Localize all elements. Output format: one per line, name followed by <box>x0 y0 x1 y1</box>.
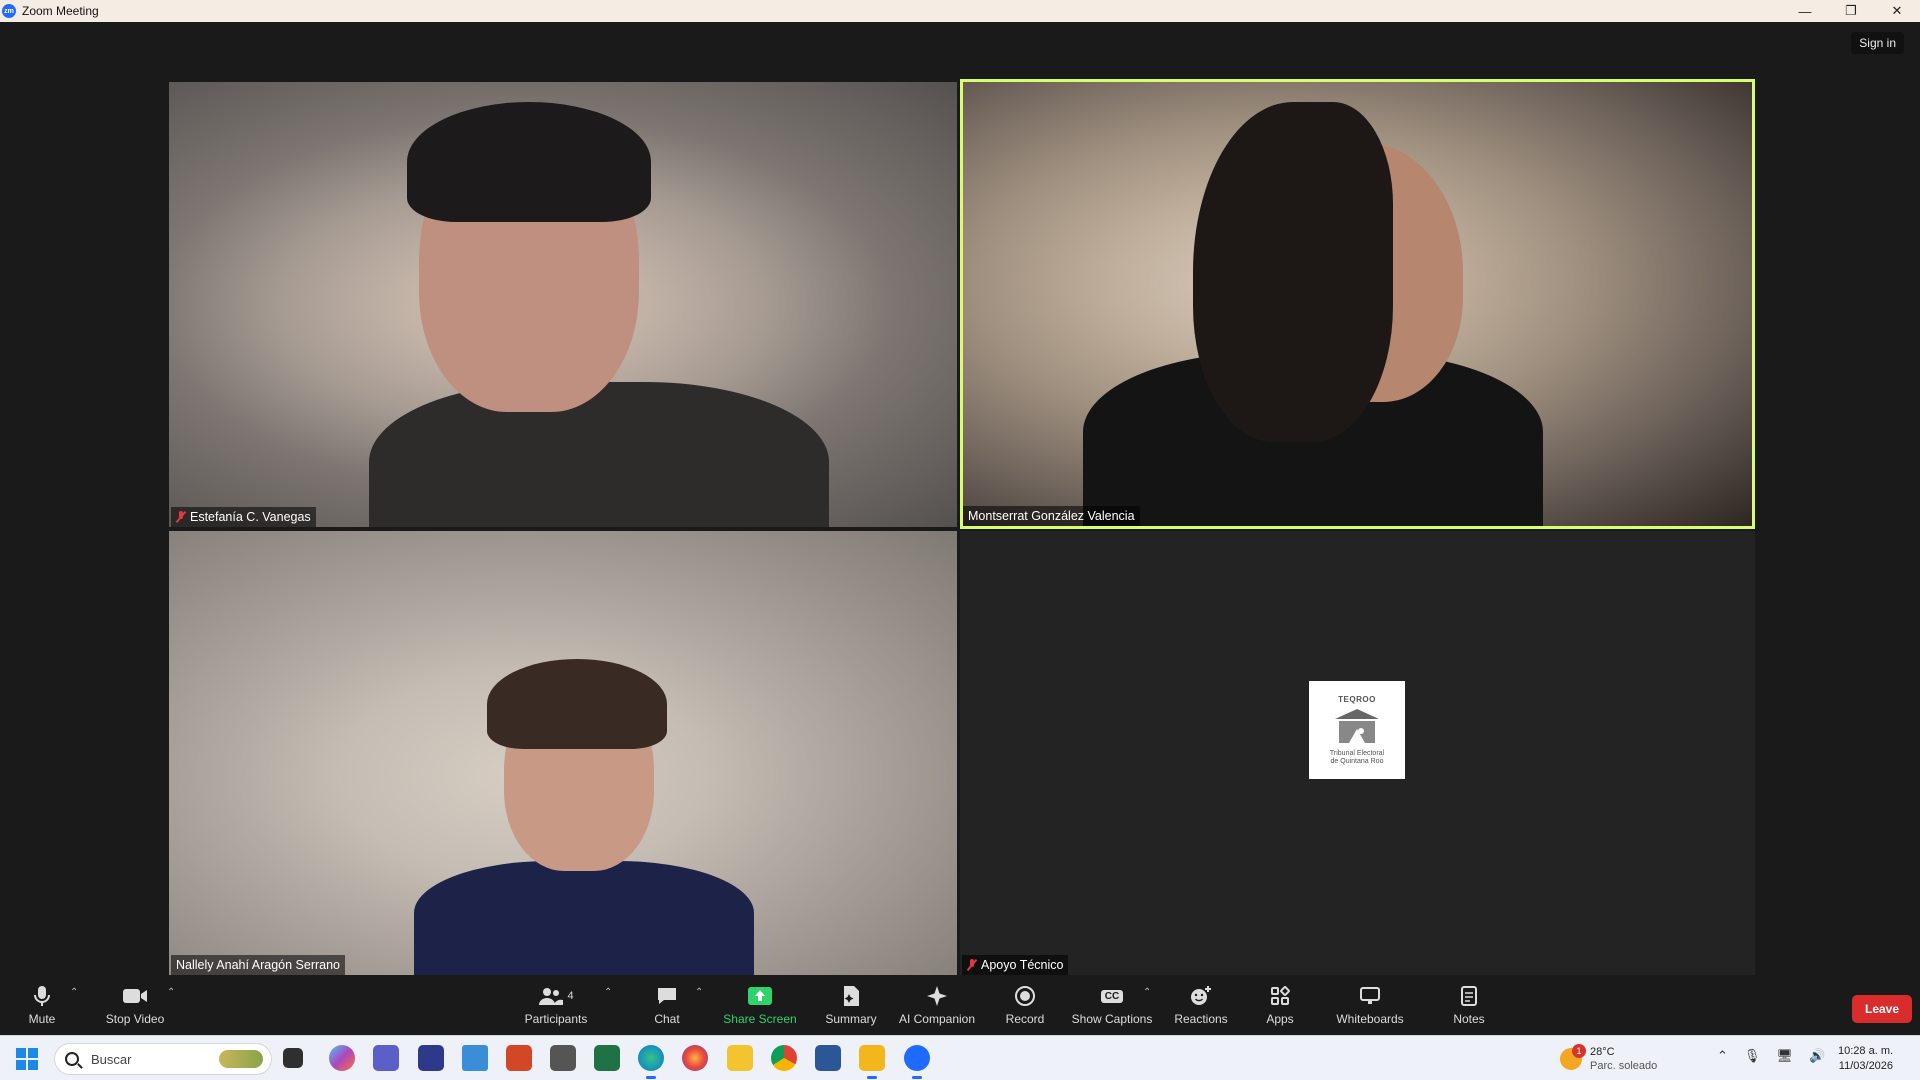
participant-name-label: Montserrat González Valencia <box>963 506 1140 526</box>
video-tile-montserrat[interactable]: Montserrat González Valencia <box>960 79 1755 529</box>
summary-icon <box>841 984 861 1008</box>
ai-sparkle-icon <box>925 984 949 1008</box>
share-screen-icon <box>747 984 773 1008</box>
video-camera-icon <box>122 984 148 1008</box>
whiteboards-button[interactable]: Whiteboards <box>1330 975 1410 1035</box>
restore-button[interactable]: ❐ <box>1828 0 1874 22</box>
participants-icon: 4 <box>538 984 574 1008</box>
participant-video <box>369 382 829 527</box>
task-view-icon[interactable] <box>283 1048 303 1068</box>
participant-name-label: Nallely Anahí Aragón Serrano <box>171 955 345 975</box>
windows-taskbar: Buscar 1 28°C Parc. soleado ⌃ 🎙 🖥 🔊 10:2… <box>0 1035 1920 1080</box>
record-icon <box>1014 984 1036 1008</box>
participants-count: 4 <box>567 990 574 1002</box>
participants-options-caret[interactable]: ⌃ <box>604 987 612 998</box>
summary-button[interactable]: Summary <box>818 975 884 1035</box>
meeting-toolbar: Mute ⌃ Stop Video ⌃ 4 Participants ⌃ Cha… <box>0 975 1920 1035</box>
share-screen-button[interactable]: Share Screen <box>722 975 798 1035</box>
reactions-button[interactable]: Reactions <box>1172 975 1230 1035</box>
copilot-icon[interactable] <box>329 1045 355 1071</box>
apps-button[interactable]: Apps <box>1262 975 1298 1035</box>
participants-button[interactable]: 4 Participants <box>520 975 592 1035</box>
stop-video-button[interactable]: Stop Video <box>102 975 168 1035</box>
clock[interactable]: 10:28 a. m. 11/03/2026 <box>1838 1044 1893 1074</box>
apps-icon <box>1270 984 1290 1008</box>
excel-icon[interactable] <box>594 1045 620 1071</box>
search-icon <box>65 1052 79 1066</box>
participant-name-label: Estefanía C. Vanegas <box>171 507 316 527</box>
file-explorer-icon[interactable] <box>859 1045 885 1079</box>
chat-button[interactable]: Chat <box>645 975 689 1035</box>
edge-icon[interactable] <box>638 1045 664 1079</box>
microphone-tray-icon[interactable]: 🎙 <box>1744 1048 1761 1064</box>
show-captions-button[interactable]: CC Show Captions <box>1070 975 1154 1035</box>
weather-widget[interactable]: 1 28°C Parc. soleado <box>1560 1044 1658 1073</box>
ai-companion-button[interactable]: AI Companion <box>895 975 979 1035</box>
word-icon[interactable] <box>815 1045 841 1071</box>
participant-hair <box>407 102 651 222</box>
participant-name-label: Apoyo Técnico <box>962 955 1069 975</box>
teams-icon[interactable] <box>373 1045 399 1071</box>
volume-icon[interactable]: 🔊 <box>1809 1048 1825 1064</box>
system-tray: ⌃ 🎙 🖥 🔊 <box>1717 1048 1825 1064</box>
close-button[interactable]: ✕ <box>1874 0 1920 22</box>
window-title: Zoom Meeting <box>22 4 99 18</box>
chat-options-caret[interactable]: ⌃ <box>695 987 703 998</box>
weather-desc: Parc. soleado <box>1590 1060 1658 1072</box>
weather-badge: 1 <box>1572 1044 1586 1058</box>
search-highlight-icon <box>219 1050 263 1068</box>
closed-captions-icon: CC <box>1100 984 1124 1008</box>
sign-in-button[interactable]: Sign in <box>1851 32 1904 54</box>
printer-icon[interactable] <box>550 1045 576 1071</box>
firefox-icon[interactable] <box>682 1045 708 1071</box>
audio-options-caret[interactable]: ⌃ <box>70 987 78 998</box>
window-controls: — ❐ ✕ <box>1782 0 1920 22</box>
leave-button[interactable]: Leave <box>1852 995 1912 1023</box>
zoom-taskbar-icon[interactable] <box>904 1045 930 1079</box>
weather-temp: 28°C <box>1590 1046 1615 1058</box>
partly-sunny-icon: 1 <box>1560 1044 1586 1070</box>
mute-button[interactable]: Mute <box>20 975 64 1035</box>
participant-hair <box>1193 102 1393 442</box>
notes-icon <box>1460 984 1478 1008</box>
store-icon[interactable] <box>418 1045 444 1071</box>
participant-hair <box>487 659 667 749</box>
whiteboard-icon <box>1359 984 1381 1008</box>
zoom-app-icon: zm <box>2 4 16 18</box>
folder-icon[interactable] <box>727 1045 753 1071</box>
minimize-button[interactable]: — <box>1782 0 1828 22</box>
record-button[interactable]: Record <box>1000 975 1050 1035</box>
teqroo-logo: TEQROO Tribunal Electoral de Quintana Ro… <box>1309 681 1405 779</box>
video-tile-estefania[interactable]: Estefanía C. Vanegas <box>169 82 957 527</box>
notes-button[interactable]: Notes <box>1450 975 1488 1035</box>
muted-mic-icon <box>176 511 186 523</box>
powerpoint-icon[interactable] <box>506 1045 532 1071</box>
video-options-caret[interactable]: ⌃ <box>167 987 175 998</box>
chrome-icon[interactable] <box>771 1045 797 1071</box>
windows-start-icon[interactable] <box>16 1048 38 1070</box>
chevron-up-icon[interactable]: ⌃ <box>1717 1048 1728 1064</box>
taskbar-search-box[interactable]: Buscar <box>54 1043 272 1075</box>
smiley-plus-icon <box>1189 984 1213 1008</box>
snipping-tool-icon[interactable] <box>462 1045 488 1071</box>
microphone-icon <box>33 984 51 1008</box>
video-tile-nallely[interactable]: Nallely Anahí Aragón Serrano <box>169 531 957 975</box>
muted-mic-icon <box>967 959 977 971</box>
network-icon[interactable]: 🖥 <box>1776 1048 1793 1064</box>
participant-video <box>414 861 754 975</box>
chat-bubble-icon <box>656 984 678 1008</box>
tribunal-logo-icon <box>1335 708 1379 743</box>
title-bar: zm Zoom Meeting — ❐ ✕ <box>0 0 1920 22</box>
captions-options-caret[interactable]: ⌃ <box>1143 987 1151 998</box>
